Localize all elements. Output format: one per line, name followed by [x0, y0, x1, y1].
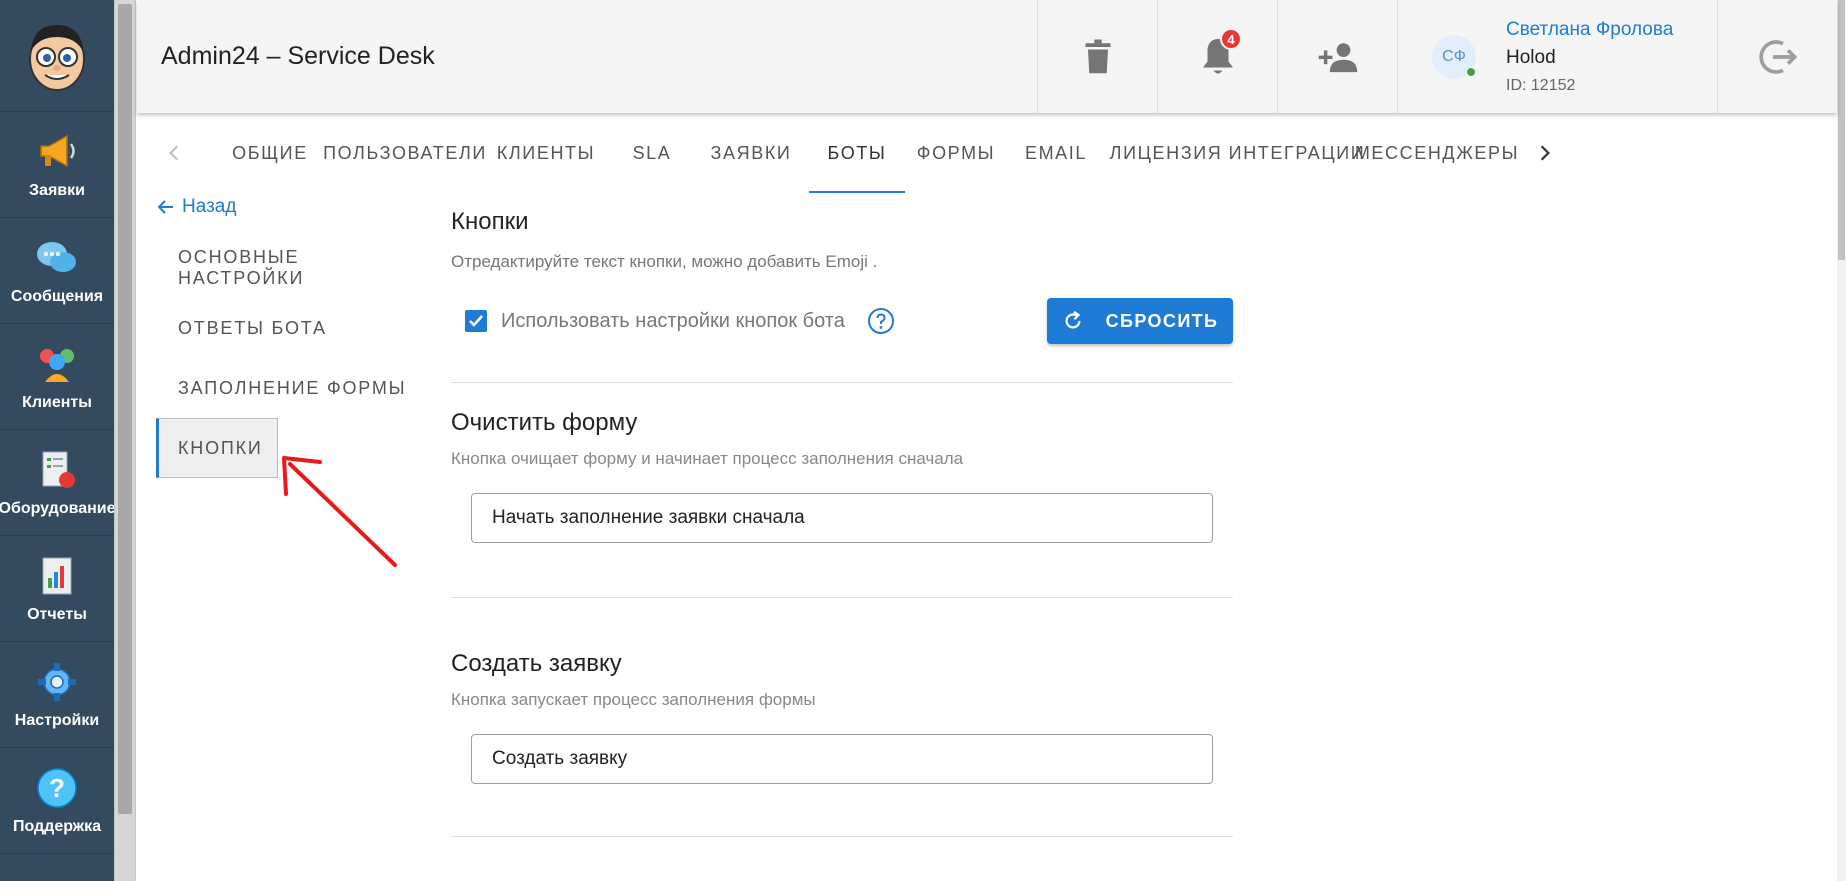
svg-text:?: ?	[49, 773, 65, 803]
chevron-right-icon	[1540, 145, 1550, 161]
logout-button[interactable]	[1717, 0, 1837, 113]
megaphone-icon	[35, 130, 79, 174]
add-user-button[interactable]	[1277, 0, 1397, 113]
nav-item-1[interactable]: Сообщения	[0, 218, 114, 324]
top-header: Admin24 – Service Desk 4 СФ Светлана Фро…	[137, 0, 1837, 113]
equipment-icon	[35, 448, 79, 492]
reset-button-label: СБРОСИТЬ	[1105, 310, 1219, 331]
tab-6[interactable]: ФОРМЫ	[905, 113, 1007, 193]
side-menu-item-0[interactable]: ОСНОВНЫЕ НАСТРОЙКИ	[156, 238, 416, 298]
settings-tabs: ОБЩИЕ ПОЛЬЗОВАТЕЛИ КЛИЕНТЫ SLA ЗАЯВКИ БОТЫ ФОР…	[137, 113, 1837, 193]
tab-0[interactable]: ОБЩИЕ	[211, 113, 329, 193]
tab-7[interactable]: EMAIL	[1007, 113, 1105, 193]
page-title: Admin24 – Service Desk	[161, 42, 435, 70]
side-menu-item-3[interactable]: КНОПКИ	[156, 418, 278, 478]
avatar[interactable]: СФ	[1432, 34, 1476, 79]
right-scrollbar[interactable]	[1837, 0, 1846, 881]
tabs-next-button[interactable]	[1515, 113, 1575, 193]
checkmark-icon	[469, 315, 483, 327]
user-id: ID: 12152	[1506, 76, 1576, 94]
user-name-link[interactable]: Светлана Фролова	[1506, 19, 1673, 41]
section-title-clear-form: Очистить форму	[451, 409, 638, 436]
help-icon: ?	[35, 766, 79, 810]
user-info: Светлана Фролова Holod ID: 12152	[1506, 19, 1673, 95]
section-title-buttons: Кнопки	[451, 208, 529, 235]
bot-buttons-settings-row: Использовать настройки кнопок бота СБРОС…	[451, 298, 1233, 344]
side-menu: ОСНОВНЫЕ НАСТРОЙКИ ОТВЕТЫ БОТА ЗАПОЛНЕНИЕ …	[156, 238, 416, 478]
logout-icon	[1758, 39, 1797, 74]
divider	[451, 597, 1233, 598]
nav-item-0[interactable]: Заявки	[0, 112, 114, 218]
divider	[451, 836, 1233, 837]
refresh-icon	[1065, 310, 1081, 329]
side-menu-item-1[interactable]: ОТВЕТЫ БОТА	[156, 298, 416, 358]
help-circle-icon[interactable]	[867, 307, 895, 335]
nav-item-5[interactable]: Настройки	[0, 642, 114, 748]
user-profile[interactable]: СФ Светлана Фролова Holod ID: 12152	[1397, 0, 1717, 113]
gear-icon	[35, 660, 79, 704]
tab-1[interactable]: ПОЛЬЗОВАТЕЛИ	[323, 113, 485, 193]
trash-button[interactable]	[1037, 0, 1157, 113]
report-icon	[35, 554, 79, 598]
section-create-ticket: Создать заявку Кнопка запускает процесс …	[451, 650, 1233, 784]
section-description-buttons: Отредактируйте текст кнопки, можно добав…	[451, 252, 878, 271]
person-add-icon	[1318, 42, 1357, 72]
arrow-left-icon	[158, 200, 173, 214]
nav-item-label: Отчеты	[27, 605, 87, 623]
tab-5[interactable]: БОТЫ	[809, 113, 905, 193]
use-bot-buttons-checkbox[interactable]	[465, 310, 487, 332]
app-logo[interactable]	[0, 0, 114, 112]
buttons-settings-panel: Кнопки Отредактируйте текст кнопки, можн…	[451, 208, 1233, 837]
right-scrollbar-thumb[interactable]	[1838, 0, 1845, 260]
notifications-button[interactable]: 4	[1157, 0, 1277, 113]
left-scrollbar-thumb[interactable]	[118, 4, 132, 814]
nav-item-4[interactable]: Отчеты	[0, 536, 114, 642]
tab-9[interactable]: ИНТЕГРАЦИИ	[1227, 113, 1367, 193]
clients-icon	[35, 342, 79, 386]
use-bot-buttons-label[interactable]: Использовать настройки кнопок бота	[501, 310, 845, 333]
side-menu-item-2[interactable]: ЗАПОЛНЕНИЕ ФОРМЫ	[156, 358, 416, 418]
cartoon-face-logo-icon	[29, 24, 85, 91]
back-link[interactable]: Назад	[158, 196, 236, 218]
section-clear-form: Очистить форму Кнопка очищает форму и на…	[451, 409, 1233, 543]
tab-10[interactable]: МЕССЕНДЖЕРЫ	[1355, 113, 1518, 193]
back-link-label: Назад	[182, 196, 237, 217]
nav-item-label: Сообщения	[10, 287, 104, 305]
avatar-initials: СФ	[1442, 47, 1466, 65]
section-title-create-ticket: Создать заявку	[451, 650, 622, 677]
nav-item-3[interactable]: Оборудование	[0, 430, 116, 536]
left-scrollbar[interactable]	[114, 0, 136, 881]
section-description-create-ticket: Кнопка запускает процесс заполнения форм…	[451, 690, 816, 709]
nav-item-label: Заявки	[29, 181, 85, 199]
online-status-dot	[1466, 66, 1476, 77]
nav-item-2[interactable]: Клиенты	[0, 324, 114, 430]
nav-item-label: Клиенты	[22, 393, 92, 411]
tabs-prev-button[interactable]	[137, 113, 211, 193]
user-organization: Holod	[1506, 46, 1556, 68]
tab-3[interactable]: SLA	[611, 113, 693, 193]
app-root: Заявки Сообщения Клиенты Оборудование Отчеты…	[0, 0, 1846, 881]
notifications-badge: 4	[1220, 28, 1242, 50]
tab-8[interactable]: ЛИЦЕНЗИЯ	[1105, 113, 1227, 193]
chevron-left-icon	[169, 145, 179, 161]
red-annotation-arrow-icon	[282, 456, 397, 567]
nav-item-label: Настройки	[14, 711, 100, 729]
divider	[451, 382, 1233, 383]
left-navigation: Заявки Сообщения Клиенты Оборудование Отчеты…	[0, 0, 116, 881]
tab-2[interactable]: КЛИЕНТЫ	[481, 113, 611, 193]
trash-icon	[1085, 39, 1110, 73]
reset-button[interactable]: СБРОСИТЬ	[1047, 298, 1233, 344]
chat-bubbles-icon	[35, 236, 79, 280]
clear-form-button-text-input[interactable]	[471, 493, 1213, 543]
nav-item-label: Поддержка	[12, 817, 102, 835]
create-ticket-button-text-input[interactable]	[471, 734, 1213, 784]
tab-4[interactable]: ЗАЯВКИ	[693, 113, 809, 193]
nav-item-6[interactable]: ? Поддержка	[0, 748, 114, 854]
nav-item-label: Оборудование	[0, 499, 116, 517]
section-description-clear-form: Кнопка очищает форму и начинает процесс …	[451, 449, 964, 468]
